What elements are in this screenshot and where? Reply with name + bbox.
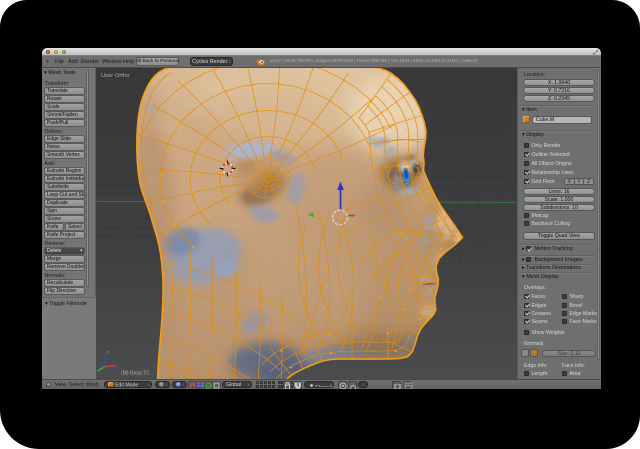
svg-text:User Ortho: User Ortho	[101, 73, 129, 79]
svg-text:(M) Geza.TC: (M) Geza.TC	[121, 370, 150, 376]
